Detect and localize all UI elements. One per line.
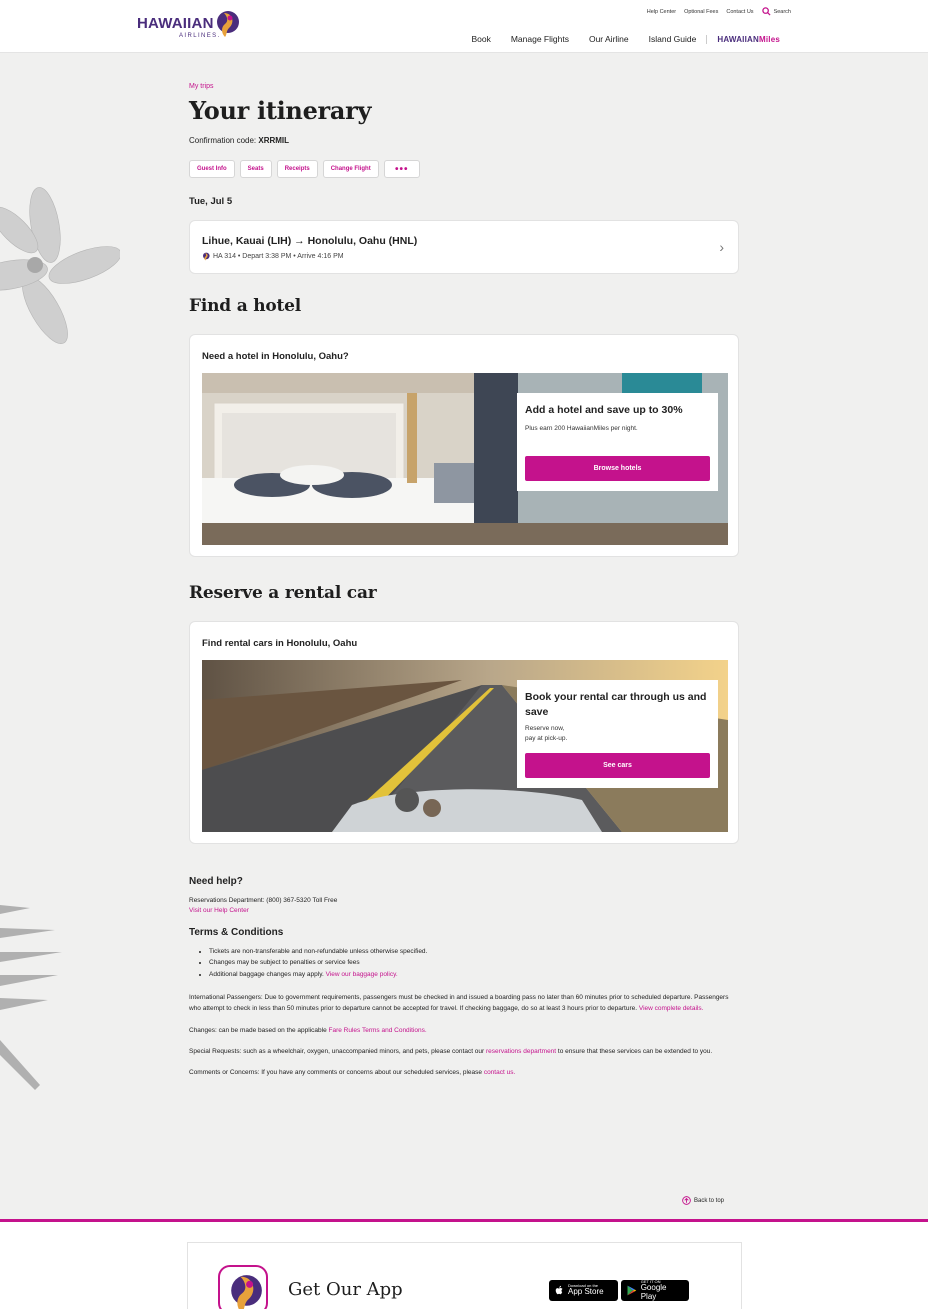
terms-item: Tickets are non-transferable and non-ref…	[209, 947, 739, 957]
terms-list: Tickets are non-transferable and non-ref…	[189, 947, 739, 980]
app-icon	[218, 1265, 268, 1309]
terms-item-text: Additional baggage changes may apply.	[209, 970, 326, 978]
apple-icon	[555, 1285, 563, 1295]
hotel-offer-title: Add a hotel and save up to 30%	[525, 404, 683, 416]
special-text-2: to ensure that these services can be ext…	[556, 1048, 713, 1056]
car-card: Find rental cars in Honolulu, Oahu Book …	[189, 621, 739, 844]
breadcrumb-my-trips[interactable]: My trips	[189, 83, 214, 90]
hotel-offer-text: Plus earn 200 HawaiianMiles per night.	[525, 425, 638, 433]
search-icon	[761, 7, 771, 16]
changes-text: Changes: can be made based on the applic…	[189, 1026, 329, 1034]
terms-item: Additional baggage changes may apply. Vi…	[209, 970, 739, 980]
see-cars-button[interactable]: See cars	[525, 753, 710, 779]
get-app-title: Get Our App	[288, 1279, 403, 1300]
more-options-button[interactable]: •••	[383, 160, 420, 178]
help-title: Need help?	[189, 876, 243, 887]
nav-hawaiianmiles[interactable]: HAWAIIANMiles	[706, 34, 780, 44]
help-section: Need help? Reservations Department: (800…	[189, 874, 739, 1079]
confirmation-code: Confirmation code: XRRMIL	[189, 136, 289, 145]
flight-route: Lihue, Kauai (LIH) → Honolulu, Oahu (HNL…	[202, 235, 418, 247]
flight-info-text: HA 314 • Depart 3:38 PM • Arrive 4:16 PM	[213, 253, 344, 260]
chevron-right-icon: ›	[719, 239, 724, 255]
car-section-title: Reserve a rental car	[189, 583, 377, 603]
google-play-button[interactable]: GET IT ON Google Play	[621, 1279, 689, 1302]
flight-info: HA 314 • Depart 3:38 PM • Arrive 4:16 PM	[202, 252, 344, 261]
nav-book[interactable]: Book	[471, 34, 490, 44]
hotel-section-title: Find a hotel	[189, 296, 302, 316]
car-offer-title: Book your rental car through us and save	[525, 691, 707, 719]
get-app-card: Get Our App Download on the App Store GE…	[187, 1242, 742, 1309]
app-store-text: Download on the App Store	[568, 1284, 604, 1297]
trip-actions: Guest Info Seats Receipts Change Flight …	[189, 160, 420, 178]
search-button[interactable]: Search	[761, 7, 791, 16]
comments-text: Comments or Concerns: If you have any co…	[189, 1069, 484, 1077]
terms-title: Terms & Conditions	[189, 926, 284, 938]
guest-info-button[interactable]: Guest Info	[189, 160, 235, 178]
miles-text-b: Miles	[758, 34, 780, 44]
google-play-text: GET IT ON Google Play	[640, 1279, 683, 1302]
contact-us-link[interactable]: contact us.	[484, 1069, 515, 1076]
back-to-top-label: Back to top	[694, 1197, 725, 1204]
hotel-heading: Need a hotel in Honolulu, Oahu?	[202, 351, 349, 362]
hotel-card: Need a hotel in Honolulu, Oahu? Add a ho…	[189, 334, 739, 557]
terms-item: Changes may be subject to penalties or s…	[209, 958, 739, 968]
changes-note: Changes: can be made based on the applic…	[189, 1025, 739, 1036]
hawaiian-logo-icon	[203, 252, 210, 261]
palm-leaf-icon	[0, 905, 62, 1090]
utility-nav: Help Center Optional Fees Contact Us Sea…	[647, 7, 791, 16]
receipts-button[interactable]: Receipts	[276, 160, 318, 178]
nav-island-guide[interactable]: Island Guide	[649, 34, 697, 44]
app-store-big: App Store	[568, 1287, 604, 1297]
confirmation-label: Confirmation code:	[189, 136, 259, 145]
main-nav: Book Manage Flights Our Airline Island G…	[451, 34, 780, 44]
reservations-phone: Reservations Department: (800) 367-5320 …	[189, 897, 338, 904]
special-requests-note: Special Requests: such as a wheelchair, …	[189, 1046, 739, 1057]
fare-rules-link[interactable]: Fare Rules Terms and Conditions.	[329, 1027, 427, 1034]
site-header: HAWAIIAN AIRLINES. Help Center Optional …	[0, 0, 928, 53]
plumeria-flower-icon	[0, 187, 120, 344]
seats-button[interactable]: Seats	[239, 160, 272, 178]
car-offer-text: Reserve now, pay at pick-up.	[525, 724, 710, 743]
app-store-button[interactable]: Download on the App Store	[549, 1280, 618, 1301]
car-offer-box: Book your rental car through us and save…	[517, 680, 718, 789]
logo-text: HAWAIIAN	[137, 15, 214, 32]
back-to-top-link[interactable]: Back to top	[682, 1196, 724, 1205]
browse-hotels-button[interactable]: Browse hotels	[525, 455, 710, 481]
google-play-icon	[627, 1285, 637, 1296]
hawaiian-logo[interactable]: HAWAIIAN AIRLINES.	[137, 9, 247, 45]
car-offer-text-2: pay at pick-up.	[525, 734, 568, 742]
car-offer-text-1: Reserve now,	[525, 725, 565, 733]
baggage-policy-link[interactable]: View our baggage policy.	[326, 971, 398, 978]
help-center-link[interactable]: Visit our Help Center	[189, 907, 249, 914]
page-title: Your itinerary	[189, 96, 372, 125]
car-image: Book your rental car through us and save…	[202, 660, 728, 832]
arrow-up-circle-icon	[682, 1196, 691, 1205]
hawaiian-logo-icon	[231, 1275, 262, 1309]
flight-date: Tue, Jul 5	[189, 196, 233, 207]
hotel-image: Add a hotel and save up to 30% Plus earn…	[202, 373, 728, 545]
google-play-big: Google Play	[640, 1282, 667, 1301]
view-complete-details-link[interactable]: View complete details.	[639, 1005, 704, 1012]
hotel-offer-box: Add a hotel and save up to 30% Plus earn…	[517, 393, 718, 491]
util-optional-fees[interactable]: Optional Fees	[684, 9, 718, 15]
flight-card[interactable]: Lihue, Kauai (LIH) → Honolulu, Oahu (HNL…	[189, 220, 739, 274]
special-text: Special Requests: such as a wheelchair, …	[189, 1048, 487, 1056]
reservations-department-link[interactable]: reservations department	[486, 1048, 556, 1055]
hawaiian-logo-icon	[217, 11, 239, 37]
util-contact-us[interactable]: Contact Us	[726, 9, 753, 15]
miles-text-a: HAWAIIAN	[717, 34, 759, 44]
change-flight-button[interactable]: Change Flight	[322, 160, 379, 178]
comments-note: Comments or Concerns: If you have any co…	[189, 1067, 739, 1078]
util-help-center[interactable]: Help Center	[647, 9, 676, 15]
search-label: Search	[773, 8, 791, 15]
international-passengers-note: International Passengers: Due to governm…	[189, 992, 739, 1015]
confirmation-value: XRRMIL	[258, 136, 290, 145]
car-heading: Find rental cars in Honolulu, Oahu	[202, 638, 358, 649]
nav-our-airline[interactable]: Our Airline	[589, 34, 629, 44]
nav-manage-flights[interactable]: Manage Flights	[511, 34, 569, 44]
